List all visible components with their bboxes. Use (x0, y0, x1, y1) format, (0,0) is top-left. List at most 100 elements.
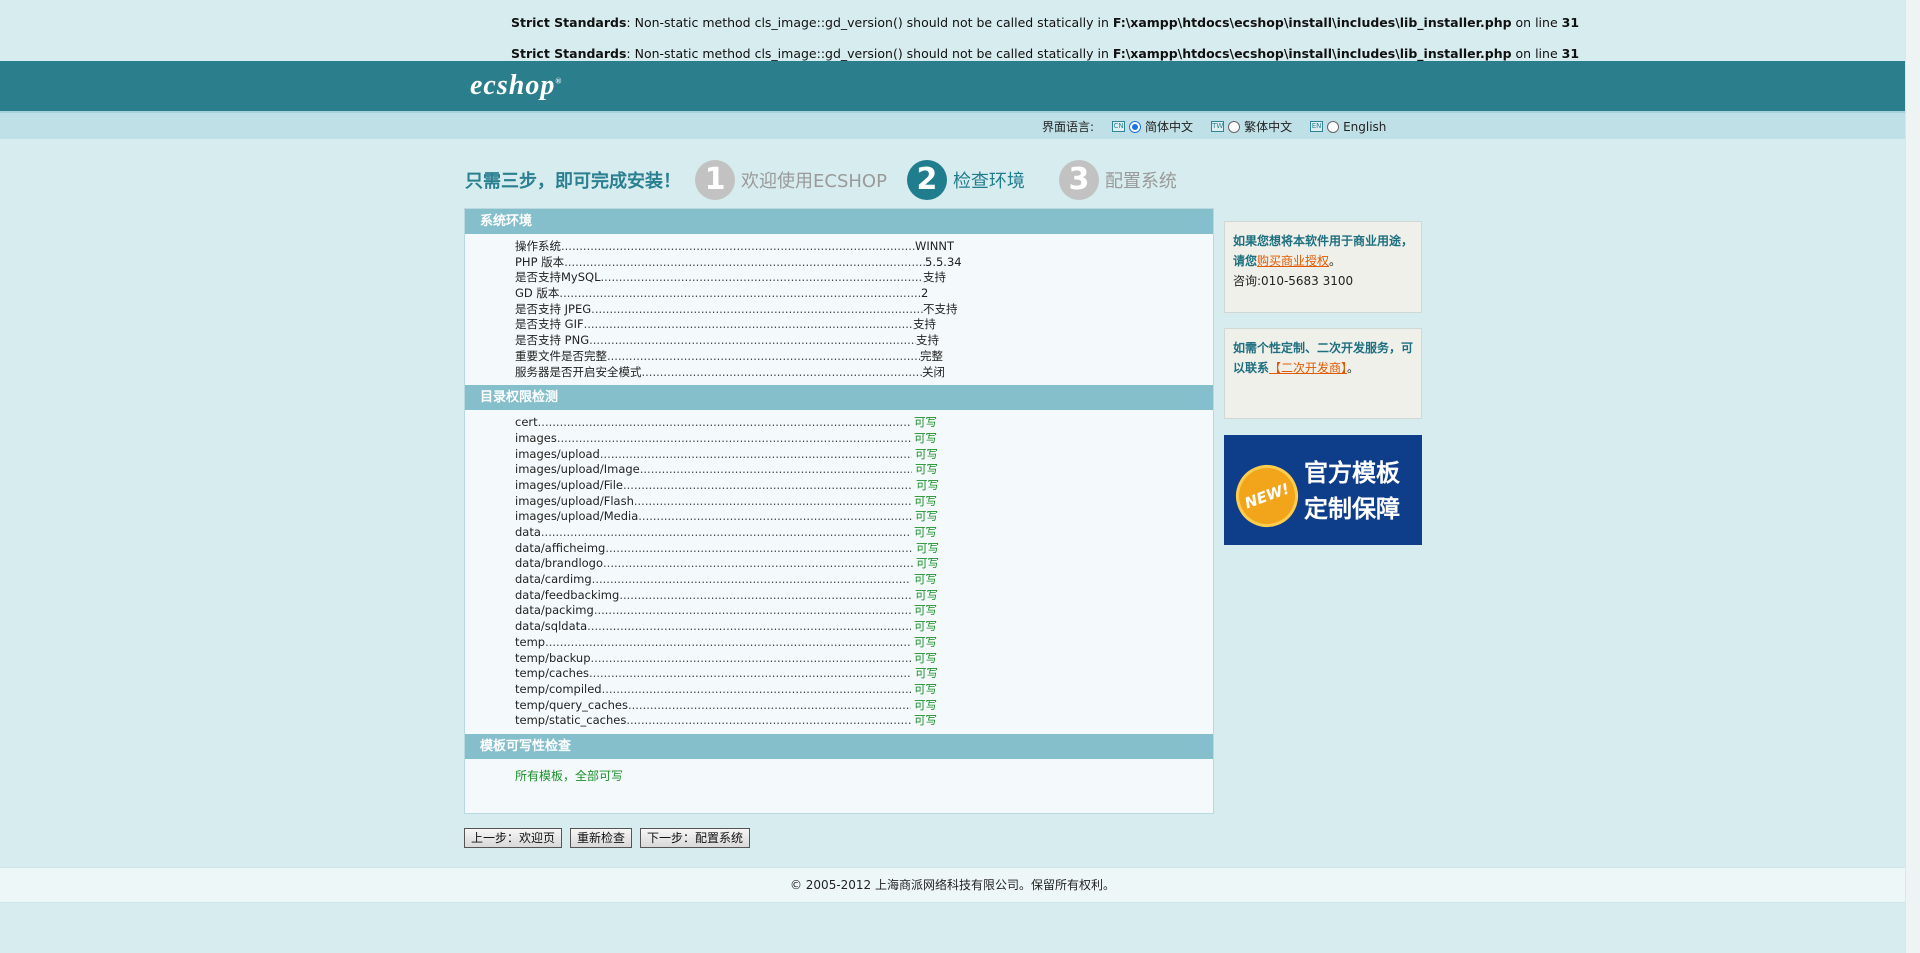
dir-row: temp/caches.............................… (515, 665, 1213, 681)
env-value: 支持 (923, 270, 946, 285)
writable-status: 可写 (914, 493, 937, 508)
dot-leader: ........................................… (603, 556, 913, 571)
writable-status: 可写 (914, 619, 937, 634)
writable-status: 可写 (914, 650, 937, 665)
dot-leader: ........................................… (626, 713, 911, 728)
page-scrollbar[interactable] (1905, 0, 1920, 953)
env-value: 不支持 (923, 301, 958, 316)
contact-phone: 咨询:010-5683 3100 (1233, 274, 1354, 288)
buy-license-link[interactable]: 购买商业授权 (1257, 254, 1329, 268)
env-name: GD 版本 (515, 286, 560, 301)
header-bar: ecshop® (0, 61, 1905, 111)
dot-leader: ........................................… (600, 270, 924, 285)
template-check-result: 所有模板，全部可写 (515, 768, 624, 783)
env-name: 服务器是否开启安全模式 (515, 364, 642, 379)
env-value: 支持 (916, 333, 939, 348)
dir-row: temp/backup.............................… (515, 650, 1213, 666)
env-value: 5.5.34 (925, 254, 962, 269)
dir-row: temp/static_caches......................… (515, 712, 1213, 728)
dir-row: temp....................................… (515, 634, 1213, 650)
lang-traditional-chinese-label[interactable]: 繁体中文 (1244, 118, 1292, 135)
dot-leader: ........................................… (633, 493, 911, 508)
commercial-text-end: 。 (1329, 254, 1342, 268)
dir-path: data/packimg (515, 603, 594, 618)
env-row: 是否支持 PNG................................… (515, 332, 1213, 348)
dot-leader: ........................................… (587, 619, 911, 634)
env-row: 操作系统....................................… (515, 238, 1213, 254)
banner-text: 官方模板 定制保障 (1304, 455, 1400, 527)
steps-intro: 只需三步，即可完成安装！ (465, 171, 681, 192)
banner-line-2: 定制保障 (1304, 495, 1400, 523)
template-check-header: 模板可写性检查 (465, 733, 1213, 759)
warning-label: Strict Standards (511, 46, 627, 61)
warning-message: : Non-static method cls_image::gd_versio… (626, 15, 1113, 30)
writable-status: 可写 (916, 477, 939, 492)
system-env-header: 系统环境 (465, 209, 1213, 234)
dir-path: cert (515, 415, 538, 430)
dot-leader: ........................................… (593, 603, 911, 618)
dot-leader: ........................................… (605, 540, 913, 555)
env-name: 是否支持 JPEG (515, 301, 592, 316)
dir-row: cert....................................… (515, 414, 1213, 430)
dot-leader: ........................................… (639, 462, 912, 477)
strict-standards-warning-2: Strict Standards: Non-static method cls_… (511, 46, 1579, 61)
env-name: 是否支持 PNG (515, 333, 590, 348)
template-banner[interactable]: NEW! 官方模板 定制保障 (1224, 435, 1422, 545)
env-row: 重要文件是否完整................................… (515, 348, 1213, 364)
writable-status: 可写 (915, 446, 938, 461)
dot-leader: ........................................… (559, 286, 921, 301)
warning-on-line: on line (1511, 15, 1562, 30)
dir-path: data/afficheimg (515, 540, 606, 555)
next-step-button[interactable]: 下一步：配置系统 (640, 828, 751, 848)
dir-row: images/upload...........................… (515, 446, 1213, 462)
dot-leader: ........................................… (564, 254, 925, 269)
developer-link[interactable]: 【二次开发商】 (1269, 361, 1347, 375)
writable-status: 可写 (916, 556, 939, 571)
step-1-label: 欢迎使用ECSHOP (741, 171, 887, 192)
dot-leader: ........................................… (591, 301, 923, 316)
env-value: 支持 (913, 317, 936, 332)
env-name: 是否支持 GIF (515, 317, 584, 332)
radio-traditional-chinese[interactable] (1228, 120, 1241, 133)
writable-status: 可写 (914, 525, 937, 539)
warning-message: : Non-static method cls_image::gd_versio… (626, 46, 1113, 61)
install-steps: 只需三步，即可完成安装！ 1 欢迎使用ECSHOP 2 检查环境 3 配置系统 (465, 160, 1197, 200)
dot-leader: ........................................… (627, 697, 911, 712)
writable-status: 可写 (914, 713, 937, 728)
step-3-label: 配置系统 (1104, 171, 1177, 192)
env-name: PHP 版本 (515, 254, 565, 269)
dir-perms-list: cert....................................… (465, 410, 1213, 734)
logo-text: ecshop (470, 70, 556, 101)
dot-leader: ........................................… (583, 317, 913, 332)
dot-leader: ........................................… (601, 681, 911, 696)
env-value: WINNT (915, 239, 954, 253)
radio-simplified-chinese[interactable] (1129, 120, 1142, 133)
env-row: 是否支持 JPEG...............................… (515, 301, 1213, 317)
dot-leader: ........................................… (619, 587, 912, 602)
dir-row: data/packimg............................… (515, 602, 1213, 618)
radio-english[interactable] (1327, 120, 1340, 133)
env-name: 操作系统 (515, 239, 561, 253)
prev-step-button[interactable]: 上一步：欢迎页 (464, 828, 563, 848)
env-row: GD 版本...................................… (515, 285, 1213, 301)
dot-leader: ........................................… (622, 477, 913, 492)
banner-line-1: 官方模板 (1304, 459, 1400, 487)
language-selector: 界面语言: CN 简体中文 TW 繁体中文 EN English (1042, 118, 1386, 135)
step-3-number: 3 (1058, 160, 1099, 200)
lang-english-label[interactable]: English (1343, 120, 1386, 134)
env-value: 关闭 (922, 364, 945, 379)
dir-perms-header: 目录权限检测 (465, 385, 1213, 411)
warning-path: F:\xampp\htdocs\ecshop\install\includes\… (1112, 46, 1512, 61)
env-row: 服务器是否开启安全模式.............................… (515, 364, 1213, 380)
dot-leader: ........................................… (556, 430, 911, 445)
recheck-button[interactable]: 重新检查 (570, 828, 633, 848)
writable-status: 可写 (914, 603, 937, 618)
dot-leader: ........................................… (545, 634, 911, 649)
warning-label: Strict Standards (511, 15, 627, 30)
system-env-list: 操作系统....................................… (465, 234, 1213, 385)
dir-path: images (515, 430, 557, 445)
lang-simplified-chinese-label[interactable]: 简体中文 (1145, 118, 1193, 135)
dot-leader: ........................................… (599, 446, 912, 461)
registered-mark: ® (555, 76, 563, 86)
dot-leader: ........................................… (589, 666, 912, 681)
